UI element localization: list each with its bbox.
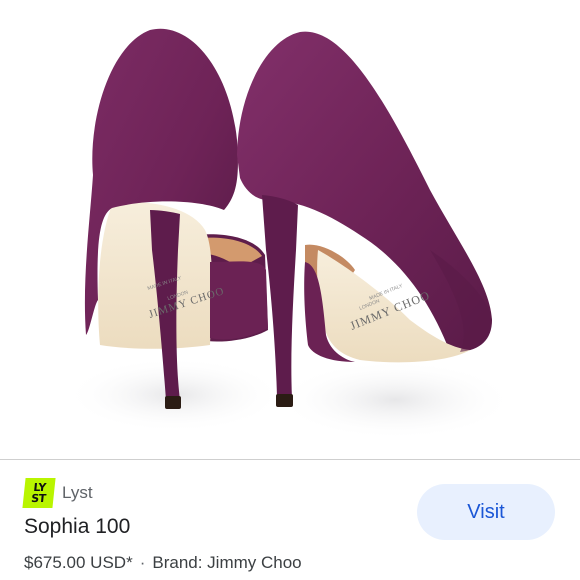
left-shoe: JIMMY CHOO LONDON MADE IN ITALY (84, 28, 268, 409)
price: $675.00 USD* (24, 553, 133, 572)
pumps-illustration: JIMMY CHOO LONDON MADE IN ITALY JIMMY CH… (65, 28, 515, 440)
logo-line-2: ST (30, 492, 47, 505)
source-name: Lyst (62, 483, 93, 502)
brand: Brand: Jimmy Choo (152, 553, 302, 572)
product-image[interactable]: JIMMY CHOO LONDON MADE IN ITALY JIMMY CH… (0, 0, 580, 460)
right-shoe: JIMMY CHOO LONDON MADE IN ITALY (237, 31, 492, 407)
product-result-card: JIMMY CHOO LONDON MADE IN ITALY JIMMY CH… (0, 0, 580, 580)
product-title[interactable]: Sophia 100 (24, 515, 130, 539)
source-row[interactable]: LY ST Lyst (22, 477, 93, 509)
separator: · (139, 553, 146, 572)
divider (0, 459, 580, 460)
visit-button[interactable]: Visit (417, 484, 555, 540)
lyst-logo: LY ST (22, 478, 56, 508)
product-meta: $675.00 USD* · Brand: Jimmy Choo (24, 553, 302, 573)
